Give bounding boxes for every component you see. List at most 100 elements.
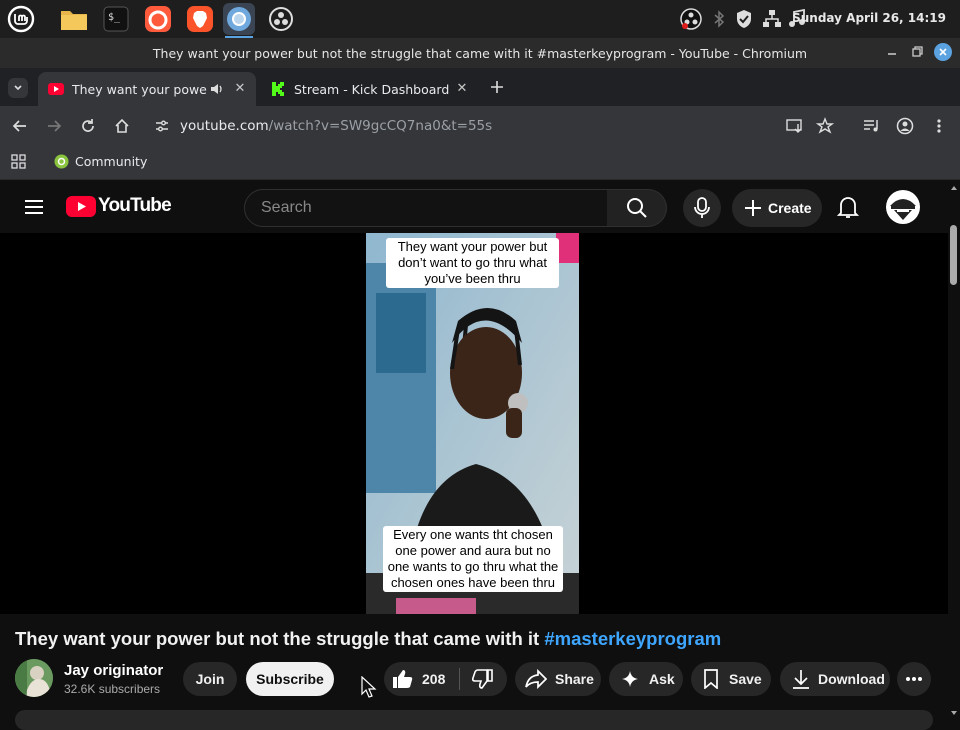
search-button[interactable] xyxy=(607,189,667,227)
obs-recording-tray-icon[interactable] xyxy=(680,8,702,30)
ask-label: Ask xyxy=(649,671,675,687)
tab-search-chevron-icon[interactable] xyxy=(8,78,28,98)
brave-browser-icon[interactable] xyxy=(184,3,216,35)
maximize-icon[interactable] xyxy=(909,44,925,60)
audio-playing-icon[interactable] xyxy=(210,82,224,96)
address-bar[interactable]: youtube.com/watch?v=SW9gcCQ7na0&t=55s xyxy=(180,118,492,134)
like-count[interactable]: 208 xyxy=(422,671,445,687)
youtube-logo[interactable]: YouTube xyxy=(66,195,172,217)
obs-studio-icon[interactable] xyxy=(265,3,297,35)
apps-grid-icon[interactable] xyxy=(11,154,27,170)
microphone-icon xyxy=(694,197,710,218)
notifications-bell-icon[interactable] xyxy=(837,195,859,219)
voice-search-button[interactable] xyxy=(683,189,721,227)
save-label: Save xyxy=(729,671,762,687)
close-window-icon[interactable] xyxy=(934,43,952,61)
download-label: Download xyxy=(818,671,885,687)
bookmark-save-icon xyxy=(703,669,719,689)
reload-icon[interactable] xyxy=(76,114,100,138)
browser-toolbar: youtube.com/watch?v=SW9gcCQ7na0&t=55s xyxy=(0,106,960,146)
video-player[interactable]: They want your power but don’t want to g… xyxy=(0,233,948,614)
profile-icon[interactable] xyxy=(893,114,917,138)
join-button[interactable]: Join xyxy=(183,662,237,696)
bluetooth-icon[interactable] xyxy=(713,10,725,28)
scroll-down-arrow-icon[interactable] xyxy=(951,711,957,716)
terminal-icon[interactable]: $_ xyxy=(100,3,132,35)
install-app-icon[interactable] xyxy=(783,114,807,138)
bookmark-community[interactable]: Community xyxy=(54,154,147,169)
community-favicon-icon xyxy=(54,154,69,169)
firefox-icon[interactable] xyxy=(142,3,174,35)
subscriber-count: 32.6K subscribers xyxy=(64,682,161,696)
bookmark-label: Community xyxy=(75,154,148,169)
youtube-header: YouTube Create xyxy=(0,181,948,233)
network-icon[interactable] xyxy=(762,9,782,29)
like-divider xyxy=(459,668,461,690)
close-tab-icon[interactable]: ✕ xyxy=(454,81,470,97)
window-titlebar[interactable]: They want your power but not the struggl… xyxy=(0,38,960,68)
share-button[interactable]: Share xyxy=(515,662,601,696)
search-icon xyxy=(626,198,647,218)
bookmark-star-icon[interactable] xyxy=(813,114,837,138)
video-title-text: They want your power but not the struggl… xyxy=(15,628,545,649)
forward-arrow-icon[interactable] xyxy=(42,114,66,138)
search-input[interactable] xyxy=(261,190,591,226)
tab-kick-dashboard[interactable]: Stream - Kick Dashboard ✕ xyxy=(260,72,478,106)
create-button[interactable]: Create xyxy=(732,189,822,227)
media-controls-icon[interactable] xyxy=(860,114,884,138)
search-box xyxy=(244,189,608,227)
scroll-up-arrow-icon[interactable] xyxy=(951,185,957,190)
hamburger-menu-icon[interactable] xyxy=(24,198,44,216)
back-arrow-icon[interactable] xyxy=(8,114,32,138)
mint-menu-icon[interactable] xyxy=(5,3,37,35)
save-button[interactable]: Save xyxy=(691,662,771,696)
browser-menu-icon[interactable] xyxy=(927,114,951,138)
more-actions-button[interactable] xyxy=(897,662,931,696)
create-label: Create xyxy=(768,200,812,216)
like-thumb-up-icon[interactable] xyxy=(392,669,414,689)
hashtag-link[interactable]: #masterkeyprogram xyxy=(544,628,721,649)
channel-avatar[interactable] xyxy=(15,659,53,697)
chromium-icon[interactable] xyxy=(223,3,255,38)
shield-update-icon[interactable] xyxy=(735,9,753,29)
video-caption-top: They want your power but don’t want to g… xyxy=(386,238,559,288)
tab-youtube-video[interactable]: They want your power bu ✕ xyxy=(38,72,256,106)
svg-text:$_: $_ xyxy=(108,12,121,23)
new-tab-plus-icon[interactable] xyxy=(488,78,506,96)
os-taskbar: $_ Sunday April 26, 14:19 xyxy=(0,0,960,38)
ask-button[interactable]: Ask xyxy=(609,662,683,696)
files-folder-icon[interactable] xyxy=(58,3,90,35)
url-path: /watch?v=SW9gcCQ7na0&t=55s xyxy=(268,118,493,134)
mouse-cursor xyxy=(361,676,377,698)
close-tab-icon[interactable]: ✕ xyxy=(232,81,248,97)
join-label: Join xyxy=(195,671,225,687)
system-clock[interactable]: Sunday April 26, 14:19 xyxy=(792,11,946,25)
video-frame[interactable]: They want your power but don’t want to g… xyxy=(366,233,579,614)
share-label: Share xyxy=(555,671,594,687)
page-scrollbar[interactable] xyxy=(948,181,960,720)
site-settings-icon[interactable] xyxy=(150,114,174,138)
video-title: They want your power but not the struggl… xyxy=(15,628,721,650)
youtube-logo-text: YouTube xyxy=(98,195,172,216)
description-box[interactable] xyxy=(15,710,933,730)
sparkle-icon xyxy=(621,670,639,688)
youtube-logo-icon xyxy=(66,195,96,217)
share-arrow-icon xyxy=(525,669,547,689)
download-button[interactable]: Download xyxy=(780,662,890,696)
account-avatar[interactable] xyxy=(886,190,920,224)
browser-tab-strip: They want your power bu ✕ Stream - Kick … xyxy=(0,68,960,106)
like-dislike-group: 208 xyxy=(384,662,507,696)
kick-favicon-icon xyxy=(270,81,286,97)
tab-label: They want your power bu xyxy=(72,81,208,97)
channel-name[interactable]: Jay originator xyxy=(64,662,163,679)
url-host: youtube.com xyxy=(180,118,269,134)
subscribe-button[interactable]: Subscribe xyxy=(246,662,334,696)
youtube-favicon-icon xyxy=(48,81,64,97)
minimize-icon[interactable] xyxy=(884,44,900,60)
video-caption-bottom: Every one wants tht chosen one power and… xyxy=(383,526,563,592)
home-icon[interactable] xyxy=(110,114,134,138)
download-icon xyxy=(792,669,810,689)
bookmarks-bar: Community xyxy=(0,146,960,180)
scrollbar-thumb[interactable] xyxy=(950,225,957,285)
dislike-thumb-down-icon[interactable] xyxy=(472,669,494,689)
